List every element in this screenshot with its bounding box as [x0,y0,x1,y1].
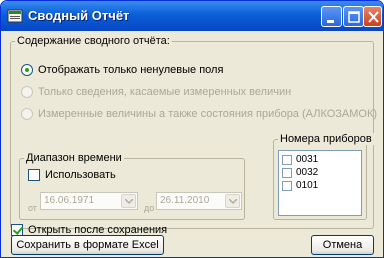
to-date-dropdown [225,194,240,208]
minimize-icon [327,20,334,23]
device-checkbox[interactable] [282,167,292,178]
title-bar[interactable]: Сводный Отчёт [1,1,383,31]
option-alcolock: Измеренные величины а также состояния пр… [21,108,377,120]
option-nonzero-radio[interactable] [21,64,33,76]
to-label: до [144,203,155,213]
option-nonzero[interactable]: Отображать только ненулевые поля [21,64,223,76]
time-range-legend: Диапазон времени [24,152,124,164]
chevron-down-icon [229,199,237,204]
device-item[interactable]: 0032 [282,167,318,178]
report-window: Сводный Отчёт Содержание сводного отчёта… [0,0,384,258]
from-date-picker: 16.06.1971 [40,192,138,210]
from-date-dropdown [121,194,136,208]
device-checkbox[interactable] [282,180,292,191]
from-label: от [28,203,37,213]
use-time-range-checkbox[interactable] [28,169,40,181]
devices-list[interactable]: 0031 0032 0101 [278,150,362,216]
option-alcolock-radio [21,108,33,120]
device-number: 0101 [296,180,319,191]
close-button[interactable] [363,6,382,27]
device-item[interactable]: 0101 [282,180,318,191]
minimize-button[interactable] [321,6,342,27]
time-range-group: Диапазон времени Использовать от 16.06.1… [19,152,245,220]
close-icon [368,11,379,23]
content-group: Содержание сводного отчёта: Отображать т… [10,35,377,229]
use-time-range[interactable]: Использовать [28,169,116,181]
content-group-legend: Содержание сводного отчёта: [15,35,172,47]
option-nonzero-label: Отображать только ненулевые поля [38,64,224,76]
chevron-down-icon [125,199,133,204]
option-measured: Только сведения, касаемые измеренных вел… [21,86,291,98]
save-excel-button[interactable]: Сохранить в формате Excel [11,235,164,255]
maximize-button[interactable] [343,6,364,27]
devices-legend: Номера приборов [278,133,374,145]
option-measured-radio [21,86,33,98]
from-date-value: 16.06.1971 [44,195,95,206]
device-number: 0031 [296,154,319,165]
to-date-value: 26.11.2010 [160,195,210,206]
cancel-button[interactable]: Отмена [311,235,374,255]
option-alcolock-label: Измеренные величины а также состояния пр… [38,108,378,120]
devices-group: Номера приборов 0031 0032 0101 [273,133,374,220]
option-measured-label: Только сведения, касаемые измеренных вел… [38,86,292,98]
device-checkbox[interactable] [282,154,292,165]
app-icon [7,9,23,23]
to-date-picker: 26.11.2010 [156,192,242,210]
use-time-range-label: Использовать [45,169,116,181]
window-title: Сводный Отчёт [28,8,130,23]
device-number: 0032 [296,167,319,178]
maximize-icon [348,11,360,23]
device-item[interactable]: 0031 [282,154,318,165]
dialog-body: Содержание сводного отчёта: Отображать т… [4,31,380,256]
